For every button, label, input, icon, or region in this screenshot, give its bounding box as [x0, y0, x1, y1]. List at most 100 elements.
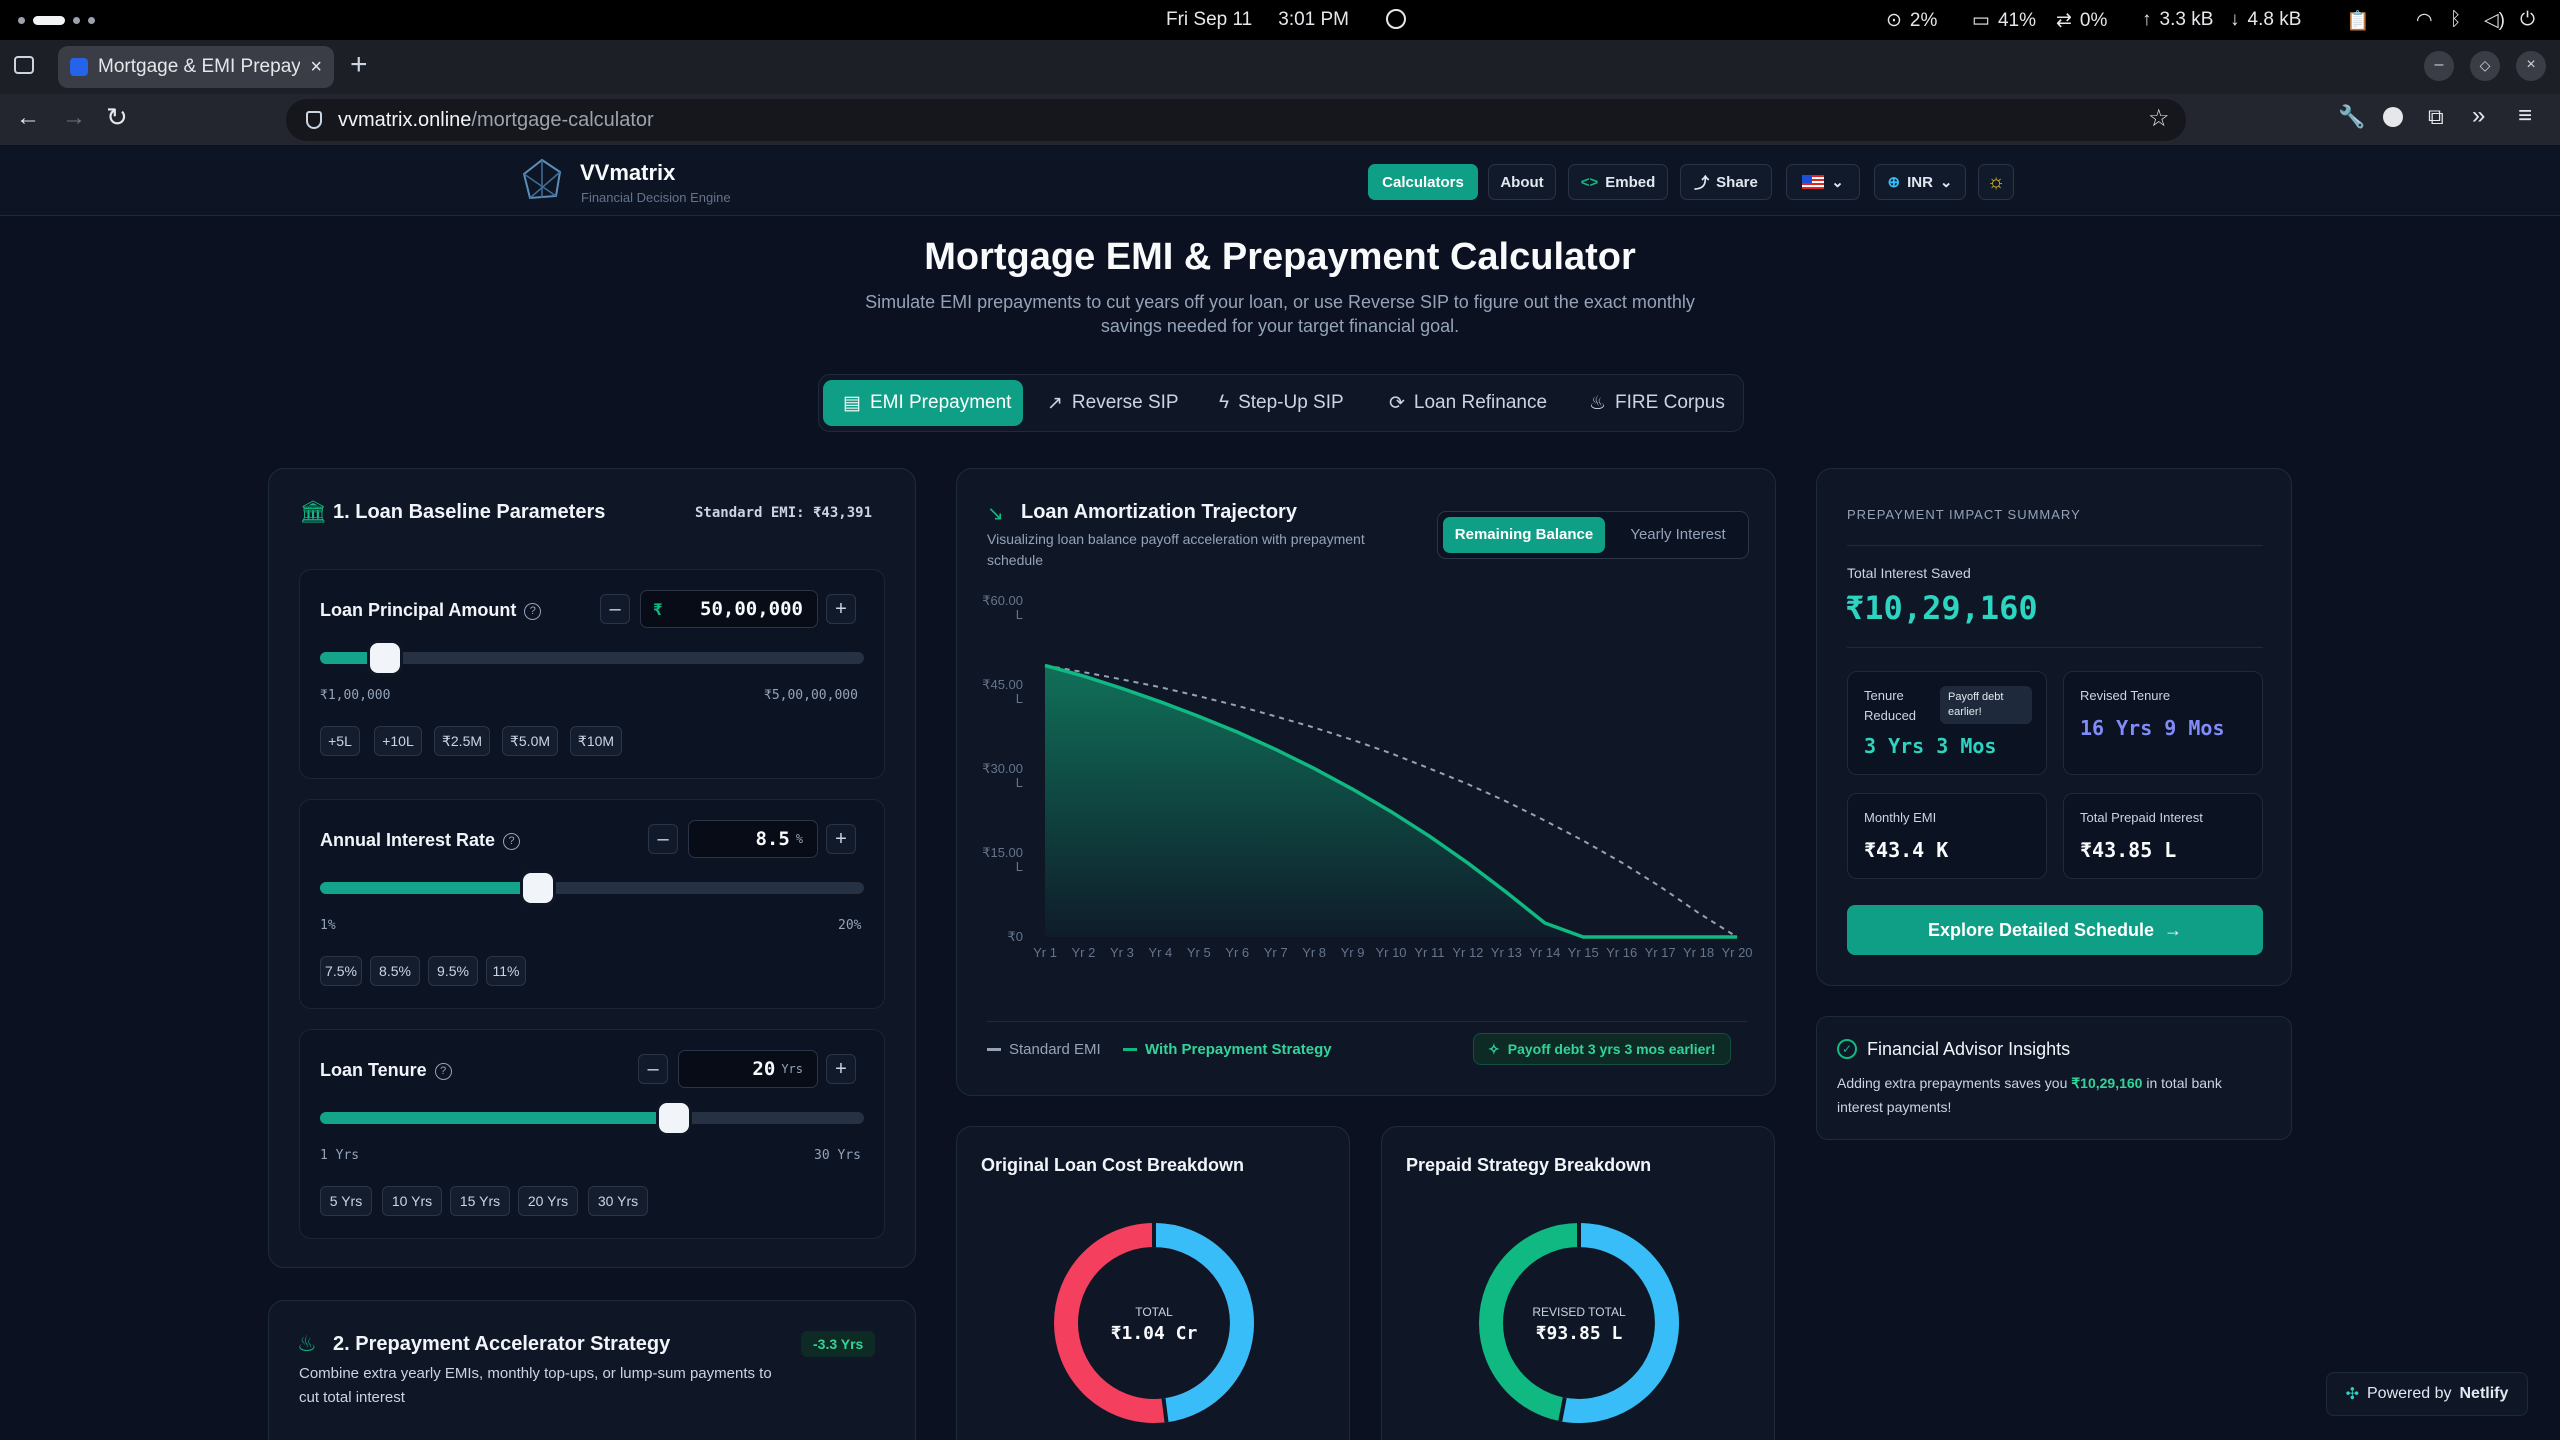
tenure-chip[interactable]: 15 Yrs: [450, 1186, 510, 1216]
principal-input[interactable]: ₹50,00,000: [640, 590, 818, 628]
tab-step-up-sip[interactable]: ϟ Step-Up SIP: [1219, 380, 1369, 426]
clock[interactable]: Fri Sep 11 3:01 PM: [1166, 9, 1349, 31]
tenure-slider-track[interactable]: [320, 1112, 864, 1124]
tab-fire-corpus[interactable]: ♨ FIRE Corpus: [1589, 380, 1739, 426]
overflow-chevrons-icon[interactable]: »: [2472, 102, 2485, 130]
tab-reverse-sip[interactable]: ↗ Reverse SIP: [1047, 380, 1207, 426]
tenure-input[interactable]: 20 Yrs: [678, 1050, 818, 1088]
interest-saved-label: Total Interest Saved: [1847, 565, 1971, 581]
page-subtitle-line-1: Simulate EMI prepayments to cut years of…: [865, 292, 1695, 312]
tab-close-icon[interactable]: ×: [310, 56, 322, 79]
tenure-chip[interactable]: 5 Yrs: [320, 1186, 372, 1216]
principal-increment-button[interactable]: +: [826, 594, 856, 624]
bluetooth-icon[interactable]: ᛒ: [2450, 9, 2461, 31]
clipboard-icon[interactable]: 📋: [2346, 9, 2370, 33]
currency-selector[interactable]: ⊕ INR ⌄: [1874, 164, 1966, 200]
devtools-icon[interactable]: 🔧: [2338, 104, 2365, 130]
workspace-indicator[interactable]: [18, 16, 95, 25]
toggle-remaining-balance[interactable]: Remaining Balance: [1443, 517, 1605, 553]
rate-increment-button[interactable]: +: [826, 824, 856, 854]
tab-label: FIRE Corpus: [1615, 392, 1725, 413]
principal-chip[interactable]: +5L: [320, 726, 360, 756]
volume-icon[interactable]: ◁): [2484, 9, 2505, 32]
netlify-badge[interactable]: ✣ Powered by Netlify: [2326, 1372, 2528, 1416]
swap-monitor: ⇄ 0%: [2056, 9, 2107, 32]
reload-icon[interactable]: ↻: [106, 102, 128, 133]
rate-label: Annual Interest Rate?: [320, 830, 521, 851]
rate-chip[interactable]: 11%: [486, 956, 526, 986]
toggle-yearly-interest[interactable]: Yearly Interest: [1610, 517, 1746, 553]
language-selector[interactable]: ⌄: [1786, 164, 1860, 200]
help-icon[interactable]: ?: [524, 603, 542, 620]
address-bar[interactable]: vvmatrix.online/mortgage-calculator: [286, 99, 2186, 141]
loan-baseline-card: 🏛 1. Loan Baseline Parameters Standard E…: [268, 468, 916, 1268]
help-icon[interactable]: ?: [434, 1063, 452, 1080]
nav-about-button[interactable]: About: [1488, 164, 1556, 200]
rate-decrement-button[interactable]: –: [648, 824, 678, 854]
maximize-icon[interactable]: ◇: [2470, 51, 2500, 81]
menu-icon[interactable]: ≡: [2518, 102, 2532, 130]
site-info-icon[interactable]: [306, 111, 322, 129]
flame-icon: ♨: [297, 1331, 317, 1356]
tenure-chip[interactable]: 20 Yrs: [518, 1186, 578, 1216]
principal-chip[interactable]: ₹2.5M: [434, 726, 490, 756]
prepayment-area: [1045, 665, 1737, 937]
divider: [987, 1021, 1747, 1022]
extensions-icon[interactable]: ⧉: [2428, 104, 2444, 130]
principal-chip[interactable]: ₹10M: [570, 726, 622, 756]
os-top-bar: Fri Sep 11 3:01 PM ⊙ 2% ▭ 41% ⇄ 0% ↑ 3.3 kB …: [0, 0, 2560, 40]
rate-chip[interactable]: 8.5%: [370, 956, 420, 986]
wifi-icon[interactable]: ◠: [2416, 9, 2433, 32]
nav-calculators-button[interactable]: Calculators: [1368, 164, 1478, 200]
tenure-chip[interactable]: 30 Yrs: [588, 1186, 648, 1216]
rate-input[interactable]: 8.5%: [688, 820, 818, 858]
netlify-brand-label: Netlify: [2459, 1385, 2509, 1402]
tab-emi-prepayment[interactable]: ▤ EMI Prepayment: [823, 380, 1023, 426]
tenure-chip[interactable]: 10 Yrs: [382, 1186, 442, 1216]
prepaid-breakdown-card: Prepaid Strategy Breakdown REVISED TOTAL…: [1381, 1126, 1775, 1440]
principal-chip[interactable]: ₹5.0M: [502, 726, 558, 756]
principal-decrement-button[interactable]: –: [600, 594, 630, 624]
rate-slider-track[interactable]: [320, 882, 864, 894]
divider: [1847, 545, 2263, 546]
tab-loan-refinance[interactable]: ⟳ Loan Refinance: [1389, 380, 1569, 426]
browser-tab-active[interactable]: Mortgage & EMI Prepaym ×: [58, 46, 334, 88]
x-tick-label: Yr 6: [1225, 945, 1249, 960]
brand-logo-icon[interactable]: [520, 158, 564, 202]
nav-share-button[interactable]: ⤴ Share: [1680, 164, 1772, 200]
tab-overview-icon[interactable]: [14, 56, 34, 74]
explore-schedule-button[interactable]: Explore Detailed Schedule →: [1847, 905, 2263, 955]
close-window-icon[interactable]: ×: [2516, 51, 2546, 81]
principal-min: ₹1,00,000: [320, 688, 391, 703]
forward-icon[interactable]: →: [62, 104, 86, 132]
impact-summary-card: PREPAYMENT IMPACT SUMMARY Total Interest…: [1816, 468, 2292, 986]
back-icon[interactable]: ←: [16, 104, 40, 132]
tenure-increment-button[interactable]: +: [826, 1054, 856, 1084]
rate-chip[interactable]: 9.5%: [428, 956, 478, 986]
x-tick-label: Yr 2: [1072, 945, 1096, 960]
principal-chip[interactable]: +10L: [374, 726, 422, 756]
x-tick-label: Yr 16: [1606, 945, 1637, 960]
recording-icon[interactable]: [1386, 9, 1406, 29]
amort-desc-2: schedule: [987, 552, 1044, 568]
theme-toggle-sun-icon[interactable]: ☼: [1978, 164, 2014, 200]
brand-name[interactable]: VVmatrix: [580, 160, 675, 186]
rate-slider-thumb[interactable]: [522, 873, 553, 903]
new-tab-icon[interactable]: +: [350, 48, 368, 82]
tenure-slider-thumb[interactable]: [658, 1103, 689, 1133]
rupee-prefix: ₹: [653, 599, 663, 619]
insights-text-1: Adding extra prepayments saves you: [1837, 1075, 2072, 1091]
legend-prepay-label: With Prepayment Strategy: [1145, 1041, 1332, 1058]
minimize-icon[interactable]: –: [2424, 51, 2454, 81]
help-icon[interactable]: ?: [503, 833, 521, 850]
principal-slider-track[interactable]: [320, 652, 864, 664]
tenure-decrement-button[interactable]: –: [638, 1054, 668, 1084]
nav-embed-button[interactable]: <> Embed: [1568, 164, 1668, 200]
principal-slider-thumb[interactable]: [370, 643, 401, 673]
upload-icon: ↑: [2142, 9, 2152, 30]
rate-chip[interactable]: 7.5%: [320, 956, 362, 986]
bookmark-star-icon[interactable]: ☆: [2148, 104, 2170, 133]
power-icon[interactable]: ⏻: [2520, 9, 2535, 31]
profile-icon[interactable]: [2383, 107, 2403, 127]
currency-label: INR: [1907, 173, 1933, 191]
